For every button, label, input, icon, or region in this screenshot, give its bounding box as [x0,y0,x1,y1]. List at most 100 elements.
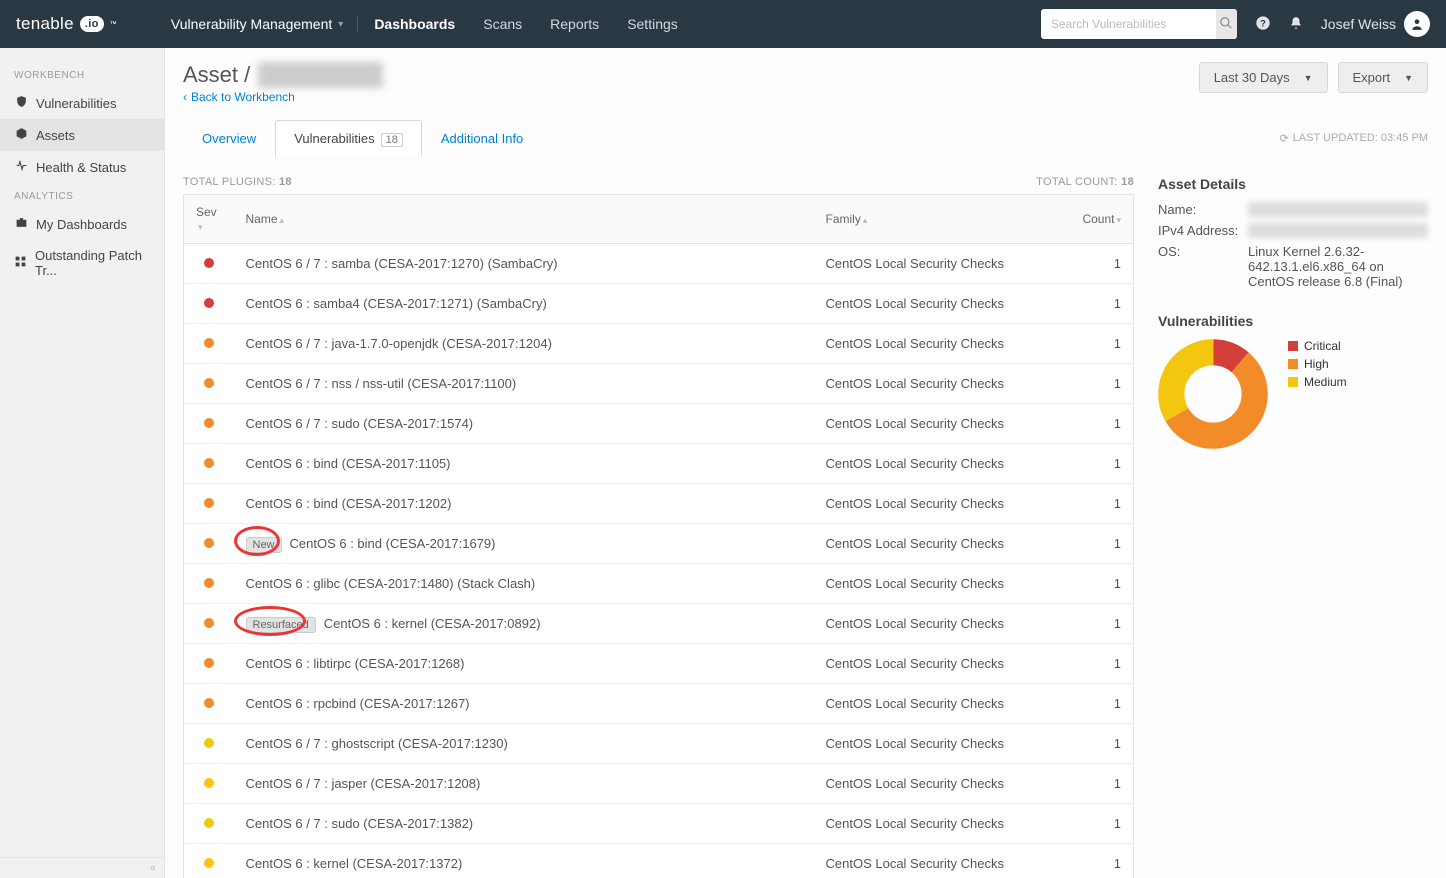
table-summary: TOTAL PLUGINS: 18 TOTAL COUNT: 18 [183,176,1134,188]
back-link[interactable]: ‹ Back to Workbench [183,90,295,104]
last-updated: ⟳ LAST UPDATED: 03:45 PM [1279,132,1428,145]
status-badge: Resurfaced [246,617,316,633]
vuln-count: 1 [1064,804,1134,844]
vuln-name: CentOS 6 / 7 : sudo (CESA-2017:1382) [234,804,814,844]
severity-dot [204,738,214,748]
sidebar-item-health-status[interactable]: Health & Status [0,151,164,183]
sidebar-item-outstanding-patch-tr-[interactable]: Outstanding Patch Tr... [0,240,164,286]
vuln-count: 1 [1064,444,1134,484]
vuln-family: CentOS Local Security Checks [814,804,1064,844]
vuln-family: CentOS Local Security Checks [814,684,1064,724]
search-input[interactable] [1041,17,1216,31]
table-row[interactable]: CentOS 6 / 7 : java-1.7.0-openjdk (CESA-… [184,324,1134,364]
severity-dot [204,538,214,548]
search-button[interactable] [1216,9,1237,39]
chart-legend: Critical High Medium [1288,339,1347,393]
vuln-count: 1 [1064,764,1134,804]
severity-dot [204,778,214,788]
severity-dot [204,498,214,508]
time-filter-button[interactable]: Last 30 Days ▼ [1199,62,1328,93]
tab-additional-info[interactable]: Additional Info [422,120,542,156]
table-row[interactable]: CentOS 6 : glibc (CESA-2017:1480) (Stack… [184,564,1134,604]
vuln-family: CentOS Local Security Checks [814,604,1064,644]
legend-item: Medium [1288,375,1347,389]
bell-icon[interactable] [1289,15,1303,34]
legend-item: High [1288,357,1347,371]
severity-dot [204,658,214,668]
app-switcher[interactable]: Vulnerability Management ▾ [157,16,358,32]
help-icon[interactable]: ? [1255,15,1271,34]
vuln-family: CentOS Local Security Checks [814,524,1064,564]
vulnerabilities-table: Sev▾ Name▴ Family▴ Count▾ CentOS 6 / 7 :… [183,194,1134,878]
col-name[interactable]: Name▴ [234,195,814,244]
refresh-icon[interactable]: ⟳ [1279,132,1288,145]
vuln-name: CentOS 6 / 7 : sudo (CESA-2017:1574) [234,404,814,444]
sidebar-item-label: Outstanding Patch Tr... [35,248,150,278]
nav-dashboards[interactable]: Dashboards [374,16,455,32]
col-count[interactable]: Count▾ [1064,195,1134,244]
user-menu[interactable]: Josef Weiss [1321,11,1430,37]
shield-icon [14,95,28,111]
vuln-count: 1 [1064,364,1134,404]
logo[interactable]: tenable.io™ [16,14,117,34]
app-name: Vulnerability Management [171,16,332,32]
sidebar-section: ANALYTICS [0,183,164,208]
severity-dot [204,858,214,868]
detail-row: OS:Linux Kernel 2.6.32-642.13.1.el6.x86_… [1158,244,1428,289]
vuln-name: CentOS 6 : samba4 (CESA-2017:1271) (Samb… [234,284,814,324]
sidebar-item-my-dashboards[interactable]: My Dashboards [0,208,164,240]
table-row[interactable]: CentOS 6 : bind (CESA-2017:1105)CentOS L… [184,444,1134,484]
vuln-family: CentOS Local Security Checks [814,764,1064,804]
table-row[interactable]: CentOS 6 / 7 : sudo (CESA-2017:1574)Cent… [184,404,1134,444]
table-row[interactable]: CentOS 6 : bind (CESA-2017:1202)CentOS L… [184,484,1134,524]
vuln-name: CentOS 6 / 7 : ghostscript (CESA-2017:12… [234,724,814,764]
severity-dot [204,458,214,468]
vuln-family: CentOS Local Security Checks [814,724,1064,764]
legend-item: Critical [1288,339,1347,353]
vuln-family: CentOS Local Security Checks [814,844,1064,878]
vuln-donut-chart [1158,339,1268,449]
table-row[interactable]: CentOS 6 / 7 : ghostscript (CESA-2017:12… [184,724,1134,764]
severity-dot [204,618,214,628]
vuln-name: CentOS 6 : kernel (CESA-2017:1372) [234,844,814,878]
table-row[interactable]: CentOS 6 : libtirpc (CESA-2017:1268)Cent… [184,644,1134,684]
top-bar: tenable.io™ Vulnerability Management ▾ D… [0,0,1446,48]
vuln-family: CentOS Local Security Checks [814,324,1064,364]
detail-row: IPv4 Address:███.███.███.███ [1158,223,1428,238]
tab-vulnerabilities[interactable]: Vulnerabilities18 [275,120,422,156]
tab-count: 18 [381,133,403,147]
severity-dot [204,338,214,348]
table-row[interactable]: CentOS 6 / 7 : jasper (CESA-2017:1208)Ce… [184,764,1134,804]
col-sev[interactable]: Sev▾ [184,195,234,244]
table-row[interactable]: CentOS 6 / 7 : samba (CESA-2017:1270) (S… [184,244,1134,284]
briefcase-icon [14,216,28,232]
sidebar-item-label: Vulnerabilities [36,96,116,111]
nav-reports[interactable]: Reports [550,16,599,32]
table-row[interactable]: ResurfacedCentOS 6 : kernel (CESA-2017:0… [184,604,1134,644]
nav-scans[interactable]: Scans [483,16,522,32]
vuln-count: 1 [1064,564,1134,604]
severity-dot [204,818,214,828]
sidebar-collapse[interactable]: « [0,857,164,878]
tab-overview[interactable]: Overview [183,120,275,156]
severity-dot [204,698,214,708]
table-row[interactable]: CentOS 6 / 7 : nss / nss-util (CESA-2017… [184,364,1134,404]
table-row[interactable]: CentOS 6 : samba4 (CESA-2017:1271) (Samb… [184,284,1134,324]
table-row[interactable]: CentOS 6 : rpcbind (CESA-2017:1267)CentO… [184,684,1134,724]
table-row[interactable]: CentOS 6 : kernel (CESA-2017:1372)CentOS… [184,844,1134,878]
vuln-name: CentOS 6 : bind (CESA-2017:1202) [234,484,814,524]
col-family[interactable]: Family▴ [814,195,1064,244]
sidebar-item-assets[interactable]: Assets [0,119,164,151]
tabs: OverviewVulnerabilities18Additional Info… [183,120,1428,156]
nav-settings[interactable]: Settings [627,16,678,32]
tm-mark: ™ [110,21,117,28]
sidebar-item-vulnerabilities[interactable]: Vulnerabilities [0,87,164,119]
export-button[interactable]: Export ▼ [1338,62,1429,93]
vuln-count: 1 [1064,524,1134,564]
table-row[interactable]: NewCentOS 6 : bind (CESA-2017:1679)CentO… [184,524,1134,564]
vuln-family: CentOS Local Security Checks [814,644,1064,684]
vuln-family: CentOS Local Security Checks [814,404,1064,444]
search-box [1041,9,1237,39]
svg-text:?: ? [1260,18,1266,28]
table-row[interactable]: CentOS 6 / 7 : sudo (CESA-2017:1382)Cent… [184,804,1134,844]
